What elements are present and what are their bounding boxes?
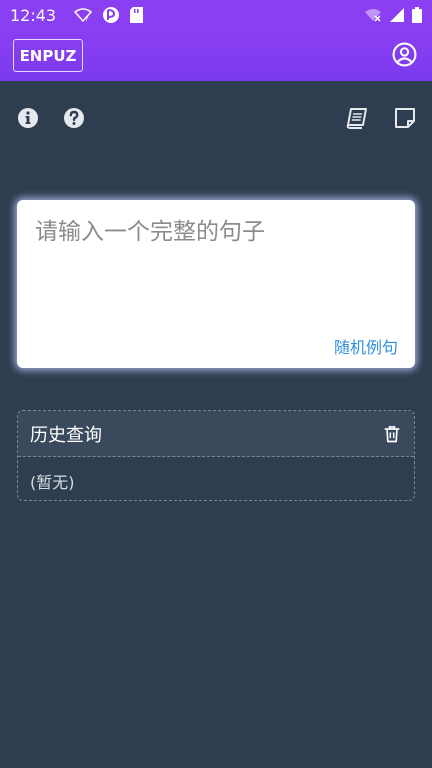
history-title: 历史查询 — [30, 424, 102, 446]
trash-icon[interactable] — [382, 424, 402, 444]
app-bar: ENPUZ — [0, 30, 432, 81]
signal-icon — [390, 8, 404, 22]
account-circle-icon[interactable] — [392, 42, 417, 67]
wifi-question-icon: ? — [74, 8, 93, 22]
battery-icon — [412, 7, 422, 23]
status-time: 12:43 — [10, 5, 57, 25]
history-panel: 历史查询 (暂无) — [17, 410, 415, 501]
app-notification-icon — [103, 7, 120, 23]
sd-card-icon — [130, 7, 144, 23]
book-icon[interactable] — [345, 106, 369, 130]
history-empty-text: (暂无) — [30, 473, 75, 492]
wifi-off-icon — [365, 9, 381, 22]
status-bar: 12:43 ? — [0, 0, 432, 30]
info-icon[interactable] — [16, 106, 40, 130]
random-example-link[interactable]: 随机例句 — [334, 334, 398, 358]
sentence-input[interactable] — [17, 200, 415, 330]
history-header: 历史查询 — [18, 411, 414, 457]
svg-text:?: ? — [85, 15, 89, 22]
sentence-input-card: 随机例句 — [17, 200, 415, 368]
note-icon[interactable] — [393, 106, 417, 130]
app-logo[interactable]: ENPUZ — [13, 39, 83, 72]
help-icon[interactable] — [62, 106, 86, 130]
